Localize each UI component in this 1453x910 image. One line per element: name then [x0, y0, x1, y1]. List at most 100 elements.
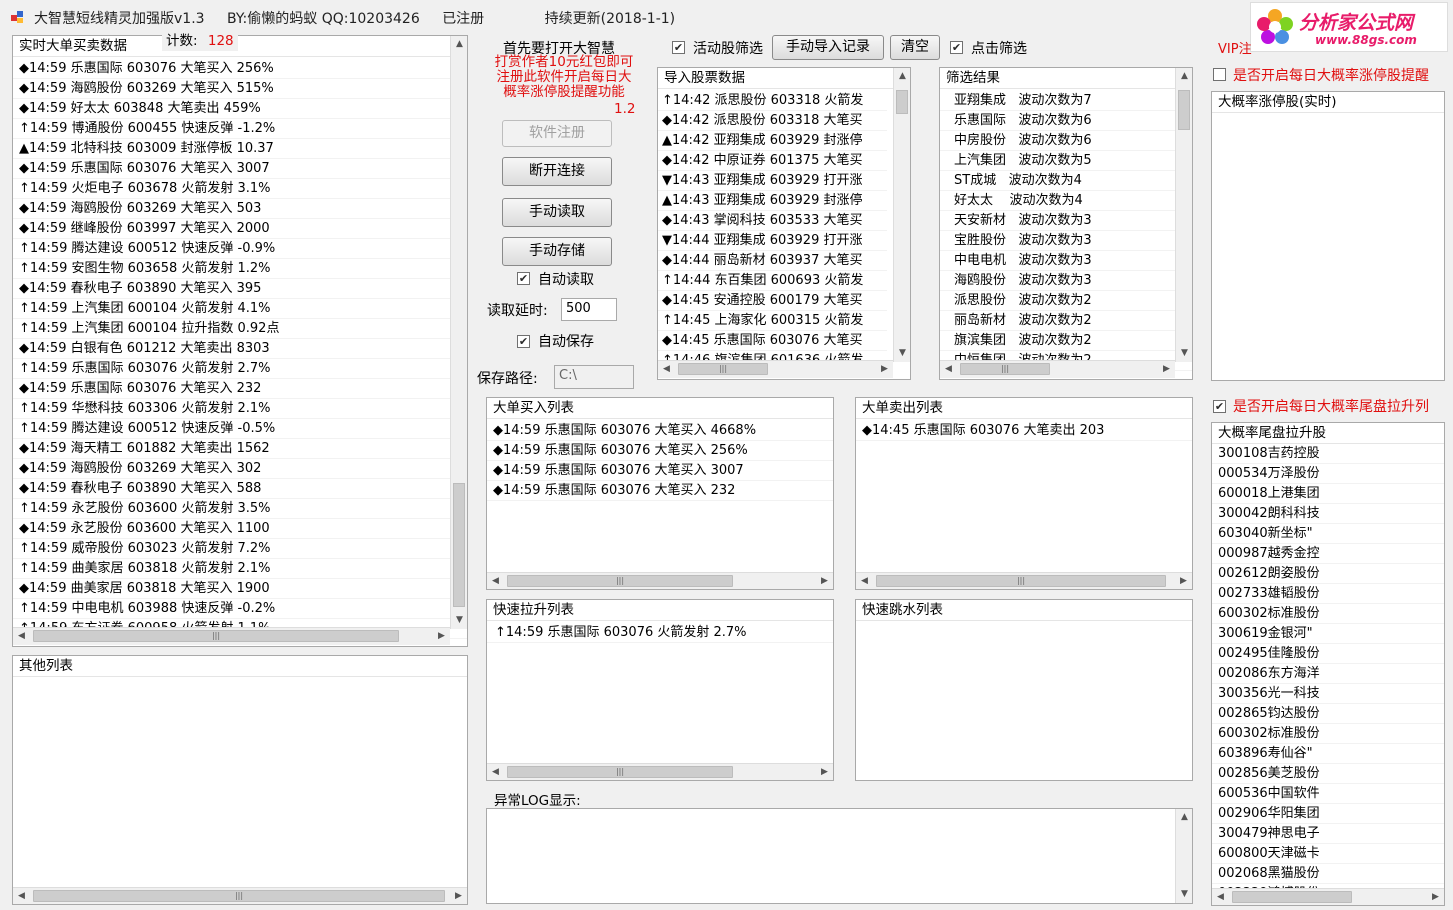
scroll-right-arrow-icon[interactable]: ▶ — [450, 888, 467, 904]
scroll-thumb[interactable]: ||| — [678, 363, 768, 375]
list-item[interactable]: ◆14:59 海鸥股份 603269 大笔买入 515% — [13, 79, 467, 99]
realtime-horizontal-scrollbar[interactable]: ◀ ||| ▶ — [13, 627, 450, 645]
scroll-left-arrow-icon[interactable]: ◀ — [13, 628, 30, 645]
list-item[interactable]: 600302标准股份 — [1212, 724, 1444, 744]
scroll-thumb[interactable] — [1178, 90, 1190, 130]
list-item[interactable]: ↑14:59 乐惠国际 603076 火箭发射 2.7% — [487, 623, 833, 643]
scroll-left-arrow-icon[interactable]: ◀ — [1212, 889, 1229, 905]
list-item[interactable]: ◆14:59 继峰股份 603997 大笔买入 2000 — [13, 219, 467, 239]
list-item[interactable]: ◆14:59 乐惠国际 603076 大笔买入 232 — [13, 379, 467, 399]
list-item[interactable]: 旗滨集团 波动次数为2 — [940, 331, 1192, 351]
imported-vertical-scrollbar[interactable]: ▲ ▼ — [893, 68, 910, 362]
list-item[interactable]: 002612朗姿股份 — [1212, 564, 1444, 584]
scroll-right-arrow-icon[interactable]: ▶ — [816, 764, 833, 780]
register-button[interactable]: 软件注册 — [502, 120, 612, 147]
scroll-thumb[interactable]: ||| — [960, 363, 1050, 375]
list-item[interactable]: ◆14:59 乐惠国际 603076 大笔买入 232 — [487, 481, 833, 501]
scroll-up-arrow-icon[interactable]: ▲ — [451, 36, 467, 53]
list-item[interactable]: ◆14:45 乐惠国际 603076 大笔买 — [658, 331, 887, 351]
big-sell-list[interactable]: ◆14:45 乐惠国际 603076 大笔卖出 203 — [856, 419, 1192, 441]
filter-results-list[interactable]: 亚翔集成 波动次数为7 乐惠国际 波动次数为6 中房股份 波动次数为6 上汽集团 波动… — [940, 89, 1192, 371]
realtime-orders-panel[interactable]: 实时大单买卖数据 ◆14:59 乐惠国际 603076 大笔买入 256% ◆14… — [12, 35, 468, 647]
list-item[interactable]: ◆14:59 春秋电子 603890 大笔买入 395 — [13, 279, 467, 299]
list-item[interactable]: ↑14:42 派思股份 603318 火箭发 — [658, 91, 887, 111]
big-buy-list[interactable]: ◆14:59 乐惠国际 603076 大笔买入 4668% ◆14:59 乐惠国际… — [487, 419, 833, 501]
list-item[interactable]: 600536中国软件 — [1212, 784, 1444, 804]
list-item[interactable]: ↑14:59 上汽集团 600104 拉升指数 0.92点 — [13, 319, 467, 339]
scroll-left-arrow-icon[interactable]: ◀ — [940, 361, 957, 378]
list-item[interactable]: ◆14:59 永艺股份 603600 大笔买入 1100 — [13, 519, 467, 539]
list-item[interactable]: 300356光一科技 — [1212, 684, 1444, 704]
scroll-up-arrow-icon[interactable]: ▲ — [894, 68, 910, 85]
fast-rise-horizontal-scrollbar[interactable]: ◀ ||| ▶ — [487, 763, 833, 780]
scroll-down-arrow-icon[interactable]: ▼ — [894, 345, 910, 362]
list-item[interactable]: ◆14:59 乐惠国际 603076 大笔买入 3007 — [487, 461, 833, 481]
realtime-orders-list[interactable]: ◆14:59 乐惠国际 603076 大笔买入 256% ◆14:59 海鸥股份 … — [13, 57, 467, 639]
list-item[interactable]: ◆14:59 春秋电子 603890 大笔买入 588 — [13, 479, 467, 499]
list-item[interactable]: ▼14:43 亚翔集成 603929 打开涨 — [658, 171, 887, 191]
list-item[interactable]: ↑14:59 安图生物 603658 火箭发射 1.2% — [13, 259, 467, 279]
list-item[interactable]: ◆14:59 乐惠国际 603076 大笔买入 256% — [13, 59, 467, 79]
scroll-thumb[interactable]: ||| — [876, 575, 1166, 587]
list-item[interactable]: 603040新坐标" — [1212, 524, 1444, 544]
filter-results-panel[interactable]: 筛选结果 亚翔集成 波动次数为7 乐惠国际 波动次数为6 中房股份 波动次数为6 上汽… — [939, 67, 1193, 380]
scroll-thumb[interactable] — [1232, 891, 1352, 903]
list-item[interactable]: ↑14:59 腾达建设 600512 快速反弹 -0.5% — [13, 419, 467, 439]
list-item[interactable]: ↑14:59 威帝股份 603023 火箭发射 7.2% — [13, 539, 467, 559]
scroll-left-arrow-icon[interactable]: ◀ — [856, 573, 873, 589]
fast-rise-panel[interactable]: 快速拉升列表 ↑14:59 乐惠国际 603076 火箭发射 2.7% ◀ ||… — [486, 599, 834, 781]
list-item[interactable]: 宝胜股份 波动次数为3 — [940, 231, 1192, 251]
scroll-right-arrow-icon[interactable]: ▶ — [876, 361, 893, 378]
clear-button[interactable]: 清空 — [890, 35, 940, 60]
fast-drop-panel[interactable]: 快速跳水列表 — [855, 599, 1193, 781]
list-item[interactable]: ◆14:44 丽岛新材 603937 大笔买 — [658, 251, 887, 271]
manual-read-button[interactable]: 手动读取 — [502, 198, 612, 227]
scroll-left-arrow-icon[interactable]: ◀ — [487, 764, 504, 780]
list-item[interactable]: 好太太 波动次数为4 — [940, 191, 1192, 211]
list-item[interactable]: 002495佳隆股份 — [1212, 644, 1444, 664]
list-item[interactable]: ◆14:59 海鸥股份 603269 大笔买入 302 — [13, 459, 467, 479]
list-item[interactable]: 上汽集团 波动次数为5 — [940, 151, 1192, 171]
list-item[interactable]: ◆14:42 中原证券 601375 大笔买 — [658, 151, 887, 171]
list-item[interactable]: 600302标准股份 — [1212, 604, 1444, 624]
list-item[interactable]: 600018上港集团 — [1212, 484, 1444, 504]
tail-rise-panel[interactable]: 大概率尾盘拉升股 300108吉药控股 000534万泽股份 600018上港集团 3… — [1211, 422, 1445, 906]
list-item[interactable]: ◆14:59 乐惠国际 603076 大笔买入 256% — [487, 441, 833, 461]
list-item[interactable]: 中电电机 波动次数为3 — [940, 251, 1192, 271]
list-item[interactable]: ◆14:59 曲美家居 603818 大笔买入 1900 — [13, 579, 467, 599]
list-item[interactable]: ▲14:59 北特科技 603009 封涨停板 10.37 — [13, 139, 467, 159]
list-item[interactable]: 派思股份 波动次数为2 — [940, 291, 1192, 311]
scroll-thumb[interactable] — [896, 90, 908, 114]
list-item[interactable]: ↑14:59 乐惠国际 603076 火箭发射 2.7% — [13, 359, 467, 379]
limit-up-alert-checkbox[interactable] — [1213, 68, 1226, 81]
list-item[interactable]: 000534万泽股份 — [1212, 464, 1444, 484]
list-item[interactable]: 000987越秀金控 — [1212, 544, 1444, 564]
scroll-thumb[interactable] — [453, 483, 465, 607]
log-vertical-scrollbar[interactable]: ▲ ▼ — [1175, 809, 1192, 903]
list-item[interactable]: ↑14:59 腾达建设 600512 快速反弹 -0.9% — [13, 239, 467, 259]
click-filter-checkbox[interactable]: ✔ — [950, 41, 963, 54]
list-item[interactable]: ◆14:45 安通控股 600179 大笔买 — [658, 291, 887, 311]
big-buy-panel[interactable]: 大单买入列表 ◆14:59 乐惠国际 603076 大笔买入 4668% ◆14:… — [486, 397, 834, 590]
list-item[interactable]: ◆14:42 派思股份 603318 大笔买 — [658, 111, 887, 131]
log-textarea[interactable]: ▲ ▼ — [486, 808, 1193, 904]
auto-save-checkbox[interactable]: ✔ — [517, 335, 530, 348]
scroll-left-arrow-icon[interactable]: ◀ — [13, 888, 30, 904]
scroll-right-arrow-icon[interactable]: ▶ — [1175, 573, 1192, 589]
list-item[interactable]: ◆14:45 乐惠国际 603076 大笔卖出 203 — [856, 421, 1192, 441]
manual-save-button[interactable]: 手动存储 — [502, 237, 612, 266]
big-buy-horizontal-scrollbar[interactable]: ◀ ||| ▶ — [487, 572, 833, 589]
list-item[interactable]: ◆14:59 白银有色 601212 大笔卖出 8303 — [13, 339, 467, 359]
list-item[interactable]: ↑14:44 东百集团 600693 火箭发 — [658, 271, 887, 291]
active-filter-checkbox[interactable]: ✔ — [672, 41, 685, 54]
manual-import-button[interactable]: 手动导入记录 — [772, 35, 884, 60]
list-item[interactable]: ◆14:59 乐惠国际 603076 大笔买入 4668% — [487, 421, 833, 441]
scroll-thumb[interactable]: ||| — [507, 766, 733, 778]
scroll-left-arrow-icon[interactable]: ◀ — [487, 573, 504, 589]
list-item[interactable]: 丽岛新材 波动次数为2 — [940, 311, 1192, 331]
scroll-left-arrow-icon[interactable]: ◀ — [658, 361, 675, 378]
read-delay-input[interactable]: 500 — [561, 298, 617, 321]
other-horizontal-scrollbar[interactable]: ◀ ||| ▶ — [13, 887, 467, 904]
auto-read-checkbox[interactable]: ✔ — [517, 272, 530, 285]
list-item[interactable]: ↑14:59 博通股份 600455 快速反弹 -1.2% — [13, 119, 467, 139]
